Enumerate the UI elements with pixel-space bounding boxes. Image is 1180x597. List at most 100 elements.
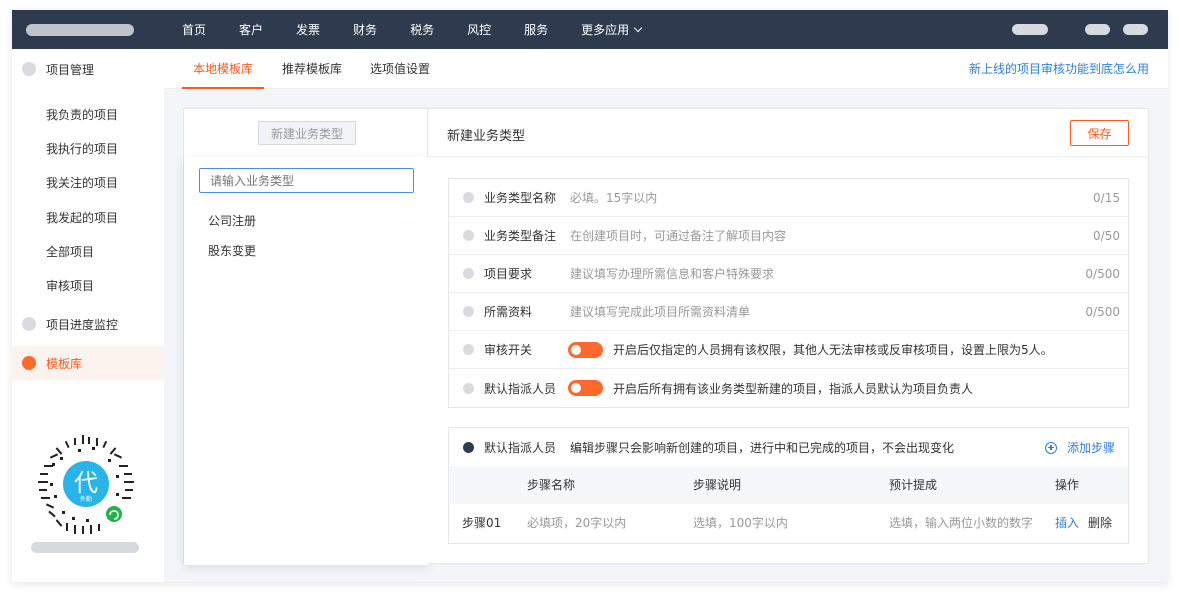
nav-item-tax[interactable]: 税务 [410,21,434,38]
field-label: 审核开关 [484,343,533,357]
form-fields: 业务类型名称 必填。15字以内 0/15 业务类型备注 在创建项目时，可通过备注… [448,178,1129,408]
column-header: 操作 [1055,478,1080,492]
nav-item-more-apps[interactable]: 更多应用 [581,21,643,38]
circle-icon [463,344,474,355]
circle-icon [463,382,474,394]
business-type-dropdown: 公司注册 股东变更 [184,157,429,565]
add-step-label: 添加步骤 [1066,441,1115,455]
business-type-list-panel: 新建业务类型 公司注册 股东变更 [183,108,429,565]
sidebar-item-my-followed[interactable]: 我关注的项目 [46,174,118,191]
char-counter: 0/500 [1085,304,1120,319]
sidebar-item-my-initiated[interactable]: 我发起的项目 [46,209,118,226]
nav-item-services[interactable]: 服务 [524,21,548,38]
field-row-type-name[interactable]: 业务类型名称 必填。15字以内 0/15 [449,179,1128,217]
table-row: 步骤01 必填项，20字以内 选填，100字以内 选填，输入两位小数的数字 插入… [449,504,1128,543]
field-label: 默认指派人员 [484,381,557,396]
sidebar-group-label: 模板库 [46,356,83,371]
sidebar-group-label: 项目管理 [46,62,95,77]
delete-step-button[interactable]: 删除 [1088,504,1112,543]
column-header: 步骤名称 [527,478,576,492]
steps-label: 默认指派人员 [484,440,557,455]
char-counter: 0/500 [1085,266,1120,281]
field-row-review-switch: 审核开关 开启后仅指定的人员拥有该权限，其他人无法审核或反审核项目，设置上限为5… [449,331,1128,369]
tabs-bar: 本地模板库 推荐模板库 选项值设置 新上线的项目审核功能到底怎么用 [164,49,1168,89]
circle-icon [22,317,36,331]
nav-item-customers[interactable]: 客户 [239,21,263,38]
user-menu-placeholder[interactable] [1012,24,1048,35]
field-label: 业务类型名称 [484,191,557,205]
step-number: 步骤01 [462,516,502,530]
qr-center-text: 代 [74,469,98,497]
form-header: 新建业务类型 保存 [428,109,1148,157]
tab-recommended-templates[interactable]: 推荐模板库 [282,49,342,89]
qr-sub-text: 外勤 [80,495,92,503]
requirements-input[interactable]: 建议填写办理所需信息和客户特殊要求 [570,265,774,282]
field-label: 项目要求 [484,267,533,281]
toggle-description: 开启后仅指定的人员拥有该权限，其他人无法审核或反审核项目，设置上限为5人。 [613,343,1053,357]
steps-note: 编辑步骤只会影响新创建的项目，进行中和已完成的项目，不会出现变化 [570,440,955,455]
circle-icon [22,356,36,370]
field-row-required-materials[interactable]: 所需资料 建议填写完成此项目所需资料清单 0/500 [449,293,1128,331]
qr-caption-placeholder [31,542,139,553]
circle-icon [463,192,474,203]
insert-step-button[interactable]: 插入 [1055,504,1079,543]
new-business-type-button[interactable]: 新建业务类型 [258,121,356,145]
business-type-form-panel: 新建业务类型 保存 业务类型名称 必填。15字以内 0/15 业务类型备注 在创… [428,108,1149,564]
logo-placeholder [26,24,134,36]
nav-item-risk[interactable]: 风控 [467,21,491,38]
field-row-project-requirements[interactable]: 项目要求 建议填写办理所需信息和客户特殊要求 0/500 [449,255,1128,293]
sidebar-item-my-responsible[interactable]: 我负责的项目 [46,106,118,123]
sidebar-item-review-projects[interactable]: 审核项目 [46,277,94,294]
circle-icon [22,62,36,76]
nav-item-home[interactable]: 首页 [182,21,206,38]
circle-icon [463,306,474,317]
top-navigation-bar: 首页 客户 发票 财务 税务 风控 服务 更多应用 [12,10,1168,49]
steps-table-header: 步骤名称 步骤说明 预计提成 操作 [449,466,1128,504]
more-apps-label: 更多应用 [581,23,630,37]
list-item[interactable]: 股东变更 [208,242,256,259]
circle-icon [463,441,474,453]
nav-item-finance[interactable]: 财务 [353,21,377,38]
chevron-down-icon [633,23,643,32]
business-type-search-input[interactable] [199,168,414,193]
notification-placeholder[interactable] [1085,24,1110,35]
sidebar-group-progress-monitor[interactable]: 项目进度监控 [12,307,164,341]
add-step-button[interactable]: 添加步骤 [1044,439,1115,456]
sidebar-group-template-library[interactable]: 模板库 [12,346,164,380]
sidebar-item-all-projects[interactable]: 全部项目 [46,243,94,260]
field-row-type-remark[interactable]: 业务类型备注 在创建项目时，可通过备注了解项目内容 0/50 [449,217,1128,255]
tab-option-settings[interactable]: 选项值设置 [370,49,430,89]
form-title: 新建业务类型 [447,129,526,144]
type-name-input[interactable]: 必填。15字以内 [570,189,657,206]
sidebar-group-label: 项目进度监控 [46,317,119,332]
step-commission-input[interactable]: 选填，输入两位小数的数字 [889,504,1033,543]
circle-icon [463,268,474,279]
plus-circle-icon [1044,441,1057,454]
help-link[interactable]: 新上线的项目审核功能到底怎么用 [969,49,1149,89]
circle-icon [463,230,474,241]
settings-placeholder[interactable] [1123,24,1148,35]
sidebar: 项目管理 我负责的项目 我执行的项目 我关注的项目 我发起的项目 全部项目 审核… [12,49,164,582]
list-item[interactable]: 公司注册 [208,212,256,229]
materials-input[interactable]: 建议填写完成此项目所需资料清单 [570,303,750,320]
field-label: 所需资料 [484,305,533,319]
type-remark-input[interactable]: 在创建项目时，可通过备注了解项目内容 [570,227,786,244]
steps-section: 默认指派人员 编辑步骤只会影响新创建的项目，进行中和已完成的项目，不会出现变化 … [448,427,1129,544]
sidebar-item-my-executing[interactable]: 我执行的项目 [46,140,118,157]
field-label: 业务类型备注 [484,229,557,243]
field-row-default-assignee: 默认指派人员 开启后所有拥有该业务类型新建的项目，指派人员默认为项目负责人 [449,369,1128,407]
sidebar-group-project-management[interactable]: 项目管理 [12,52,164,86]
step-desc-input[interactable]: 选填，100字以内 [693,504,788,543]
step-name-input[interactable]: 必填项，20字以内 [527,504,626,543]
tab-local-templates[interactable]: 本地模板库 [181,49,265,89]
save-button[interactable]: 保存 [1070,120,1129,146]
toggle-description: 开启后所有拥有该业务类型新建的项目，指派人员默认为项目负责人 [613,381,974,396]
char-counter: 0/15 [1093,190,1120,205]
mini-program-qr-code: 代 外勤 [38,435,134,534]
char-counter: 0/50 [1093,228,1120,243]
nav-item-invoices[interactable]: 发票 [296,21,320,38]
column-header: 步骤说明 [693,478,742,492]
review-toggle[interactable] [568,341,603,358]
default-assignee-toggle[interactable] [568,380,603,396]
steps-header: 默认指派人员 编辑步骤只会影响新创建的项目，进行中和已完成的项目，不会出现变化 … [449,428,1128,466]
